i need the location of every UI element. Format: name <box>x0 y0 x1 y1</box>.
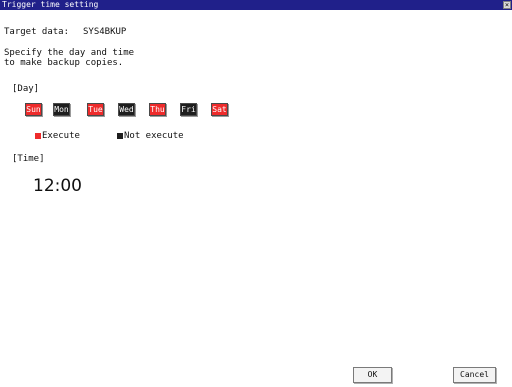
not-execute-swatch-icon <box>117 133 123 139</box>
legend-execute: Execute <box>42 131 80 141</box>
instruction-line-1: Specify the day and time <box>4 48 135 58</box>
day-button-tue[interactable]: Tue <box>87 103 104 116</box>
instruction-line-2: to make backup copies. <box>4 58 124 68</box>
day-button-sun[interactable]: Sun <box>25 103 42 116</box>
time-display[interactable]: 12:00 <box>33 176 82 196</box>
day-button-sat[interactable]: Sat <box>211 103 228 116</box>
target-data-value: SYS4BKUP <box>83 27 127 37</box>
title-bar: Trigger time setting × <box>0 0 512 10</box>
time-section-label: [Time] <box>12 154 45 164</box>
window-title: Trigger time setting <box>2 0 99 9</box>
day-button-mon[interactable]: Mon <box>53 103 70 116</box>
legend-not-execute: Not execute <box>124 131 184 141</box>
day-button-wed[interactable]: Wed <box>118 103 135 116</box>
day-section-label: [Day] <box>12 84 40 94</box>
day-button-fri[interactable]: Fri <box>180 103 197 116</box>
execute-swatch-icon <box>35 133 41 139</box>
close-icon[interactable]: × <box>503 1 511 9</box>
cancel-button[interactable]: Cancel <box>453 367 496 383</box>
target-data-label: Target data: <box>4 27 70 37</box>
ok-button[interactable]: OK <box>353 367 392 383</box>
day-button-thu[interactable]: Thu <box>149 103 166 116</box>
